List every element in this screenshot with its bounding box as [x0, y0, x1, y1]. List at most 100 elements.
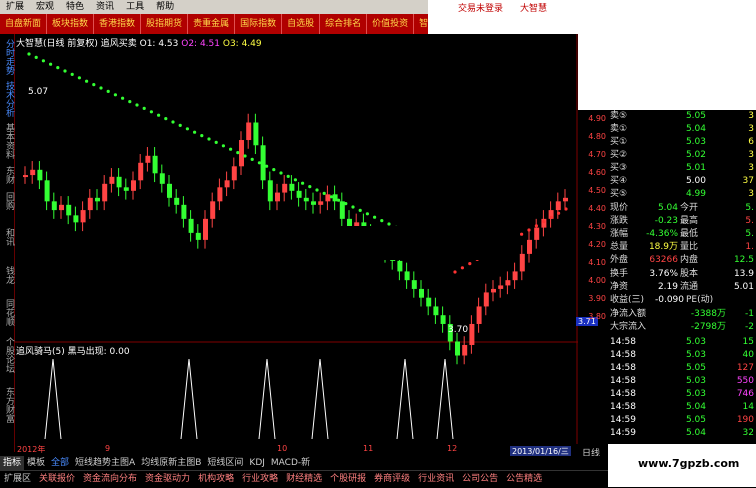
price-tick: 4.30: [588, 222, 606, 231]
vtab-forum[interactable]: 个股论坛: [0, 334, 14, 376]
trend-dot: [250, 157, 254, 161]
candle-body: [181, 204, 187, 219]
vtab-technical[interactable]: 技术分析: [0, 80, 14, 118]
price-tick: 4.90: [588, 114, 606, 123]
buy-row[interactable]: 买① 5.03 6: [608, 136, 756, 149]
link-industry[interactable]: 行业攻略: [238, 471, 282, 488]
link-industry-news[interactable]: 行业资讯: [414, 471, 458, 488]
link-related[interactable]: 关联报价: [35, 471, 79, 488]
tick-row: 14:58 5.03 15: [610, 337, 754, 347]
candle-body: [217, 187, 223, 202]
trend-dot: [468, 262, 472, 266]
vtab-dongcai[interactable]: 东财: [0, 164, 14, 186]
tab-watchlist[interactable]: 自选股: [282, 14, 321, 34]
candle-body: [188, 218, 194, 233]
buy-row[interactable]: 买⑤ 4.99 3: [608, 188, 756, 201]
candle-body: [426, 297, 432, 307]
candle-body: [519, 253, 525, 272]
vtab-tonghuashun[interactable]: 同花顺: [0, 296, 14, 328]
menu-tools[interactable]: 工具: [120, 0, 150, 14]
link-rating[interactable]: 券商评级: [370, 471, 414, 488]
vtab-qianlong[interactable]: 钱龙: [0, 264, 14, 286]
ind-tab-template[interactable]: 模板: [24, 456, 48, 470]
trend-dot: [135, 103, 139, 107]
candle-body: [483, 292, 489, 307]
link-capital-flow[interactable]: 资金流向分布: [79, 471, 141, 488]
candle-body: [59, 204, 64, 211]
ind-tab-all[interactable]: 全部: [48, 456, 72, 470]
link-announcement[interactable]: 公司公告: [458, 471, 502, 488]
link-research[interactable]: 个股研报: [326, 471, 370, 488]
trend-dot: [265, 164, 269, 168]
ind-tab-macd[interactable]: MACD-新: [268, 456, 313, 470]
link-institution[interactable]: 机构攻略: [194, 471, 238, 488]
stat-row: 净资 2.19 流通 5.01: [610, 282, 754, 292]
ind-tab-trend-a[interactable]: 短线趋势主图A: [72, 456, 138, 470]
menu-help[interactable]: 帮助: [150, 0, 180, 14]
brand-label: 大智慧: [520, 4, 548, 14]
buy-row[interactable]: 买③ 5.01 3: [608, 162, 756, 175]
ind-tab-range[interactable]: 短线区间: [204, 456, 246, 470]
vtab-fundamentals[interactable]: 基本资料: [0, 122, 14, 160]
candle-body: [397, 260, 403, 272]
trend-dot: [373, 215, 377, 219]
o1-value: O1: 4.53: [139, 39, 179, 49]
tab-value[interactable]: 价值投资: [367, 14, 415, 34]
sell-row[interactable]: 卖⑤ 5.05 3: [608, 110, 756, 123]
login-status[interactable]: 交易未登录: [458, 1, 503, 14]
tab-metals[interactable]: 贵重金属: [188, 14, 236, 34]
trend-dot: [164, 117, 168, 121]
candle-body: [563, 197, 568, 202]
vtab-eastmoney[interactable]: 东方财富: [0, 384, 14, 426]
low-label: 3.70: [448, 325, 469, 335]
ind-tab-indicator[interactable]: 指标: [0, 456, 25, 470]
link-capital-drive[interactable]: 资金驱动力: [141, 471, 194, 488]
tab-intl-index[interactable]: 国际指数: [235, 14, 283, 34]
ind-tab-ma-b[interactable]: 均线原新主图B: [138, 456, 204, 470]
o2-value: O2: 4.51: [181, 39, 220, 49]
sell-row[interactable]: 卖① 5.04 3: [608, 123, 756, 136]
trend-dot: [229, 147, 233, 151]
x-label: 11: [363, 444, 374, 453]
trend-dot: [534, 224, 539, 228]
time-axis: 2012年 9 10 11 12: [15, 444, 578, 456]
tab-futures[interactable]: 股指期货: [141, 14, 189, 34]
vtab-hexun[interactable]: 和讯: [0, 226, 14, 248]
tab-hk-index[interactable]: 香港指数: [94, 14, 142, 34]
trend-dot: [193, 130, 197, 134]
candle-body: [512, 271, 518, 281]
candle-body: [303, 197, 309, 202]
buy-row[interactable]: 买② 5.02 3: [608, 149, 756, 162]
candle-body: [419, 288, 424, 298]
menu-special[interactable]: 特色: [60, 0, 90, 14]
candle-body: [174, 197, 180, 205]
tab-sector-index[interactable]: 板块指数: [47, 14, 95, 34]
candle-body: [433, 306, 439, 316]
menu-news[interactable]: 资讯: [90, 0, 120, 14]
buy-row[interactable]: 买④ 5.00 37: [608, 175, 756, 188]
candle-body: [138, 162, 144, 181]
link-extend[interactable]: 扩展区: [0, 471, 35, 488]
menu-expand[interactable]: 扩展: [0, 0, 30, 14]
trend-dot: [185, 127, 189, 131]
tick-row: 14:58 5.03 40: [610, 350, 754, 360]
menu-macro[interactable]: 宏观: [30, 0, 60, 14]
ind-tab-kdj[interactable]: KDJ: [246, 456, 268, 470]
link-announcement-picks[interactable]: 公告精选: [502, 471, 546, 488]
vtab-intraday[interactable]: 分时走势: [0, 38, 14, 76]
quote-panel: 卖⑤ 5.05 3 卖① 5.04 3 买① 5.03 6 买② 5.02 3 买③ 5.01 3 …: [608, 110, 756, 444]
tab-self[interactable]: 自盘新面: [0, 14, 48, 34]
chart-info: 大智慧(日线 前复权) 追风买卖 O1: 4.53 O2: 4.51 O3: 4…: [16, 36, 262, 49]
candle-body: [476, 306, 482, 324]
candle-body: [152, 155, 158, 174]
price-axis: 4.90 4.80 4.70 4.60 4.50 4.40 4.30 4.20 …: [580, 110, 608, 332]
trend-dot: [380, 219, 384, 223]
candle-body: [260, 145, 266, 181]
link-finance[interactable]: 财经精选: [282, 471, 326, 488]
candle-body: [455, 341, 460, 356]
flow-row: 大宗流入 -2798万 -2: [610, 322, 754, 332]
vtab-buyback[interactable]: 回购: [0, 190, 14, 212]
tab-ranking[interactable]: 综合排名: [320, 14, 368, 34]
trend-dot: [157, 113, 161, 117]
trend-dot: [77, 76, 81, 80]
